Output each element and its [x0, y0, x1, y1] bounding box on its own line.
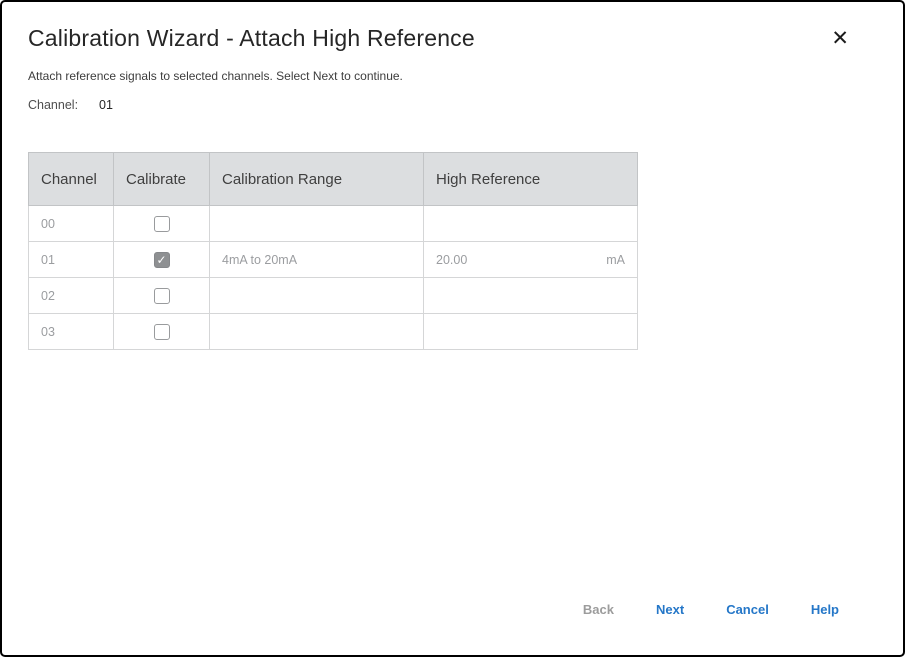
table-row: 01 ✓ 4mA to 20mA 20.00 mA	[29, 242, 638, 278]
calibration-range-cell	[210, 314, 424, 350]
high-reference-cell	[424, 278, 638, 314]
channel-cell: 01	[29, 242, 114, 278]
check-icon: ✓	[155, 253, 169, 268]
column-header-calibration-range: Calibration Range	[210, 153, 424, 206]
table-header-row: Channel Calibrate Calibration Range High…	[29, 153, 638, 206]
footer-button-bar: Back Next Cancel Help	[0, 602, 839, 617]
column-header-channel: Channel	[29, 153, 114, 206]
calibrate-checkbox[interactable]: ✓	[154, 288, 170, 304]
channel-value: 01	[99, 98, 113, 112]
calibrate-checkbox[interactable]: ✓	[154, 324, 170, 340]
dialog-title: Calibration Wizard - Attach High Referen…	[28, 25, 475, 52]
next-button[interactable]: Next	[656, 602, 684, 617]
calibrate-cell: ✓	[114, 314, 210, 350]
calibrate-cell: ✓	[114, 242, 210, 278]
dialog-subtitle: Attach reference signals to selected cha…	[28, 69, 403, 83]
channel-cell: 02	[29, 278, 114, 314]
table-row: 03 ✓	[29, 314, 638, 350]
channel-label: Channel:	[28, 98, 78, 112]
calibration-range-cell: 4mA to 20mA	[210, 242, 424, 278]
column-header-calibrate: Calibrate	[114, 153, 210, 206]
high-reference-cell	[424, 206, 638, 242]
calibration-table: Channel Calibrate Calibration Range High…	[28, 152, 638, 350]
high-reference-value[interactable]: 20.00	[436, 253, 467, 267]
high-reference-cell: 20.00 mA	[424, 242, 638, 278]
table-row: 00 ✓	[29, 206, 638, 242]
back-button: Back	[583, 602, 614, 617]
help-button[interactable]: Help	[811, 602, 839, 617]
channel-cell: 00	[29, 206, 114, 242]
calibrate-checkbox[interactable]: ✓	[154, 216, 170, 232]
calibrate-cell: ✓	[114, 206, 210, 242]
close-icon[interactable]: ✕	[831, 28, 849, 49]
calibration-range-cell	[210, 206, 424, 242]
table-row: 02 ✓	[29, 278, 638, 314]
column-header-high-reference: High Reference	[424, 153, 638, 206]
calibration-range-cell	[210, 278, 424, 314]
high-reference-cell	[424, 314, 638, 350]
channel-line: Channel: 01	[28, 98, 113, 112]
calibrate-cell: ✓	[114, 278, 210, 314]
cancel-button[interactable]: Cancel	[726, 602, 769, 617]
calibrate-checkbox[interactable]: ✓	[154, 252, 170, 268]
high-reference-unit: mA	[606, 253, 625, 267]
channel-cell: 03	[29, 314, 114, 350]
